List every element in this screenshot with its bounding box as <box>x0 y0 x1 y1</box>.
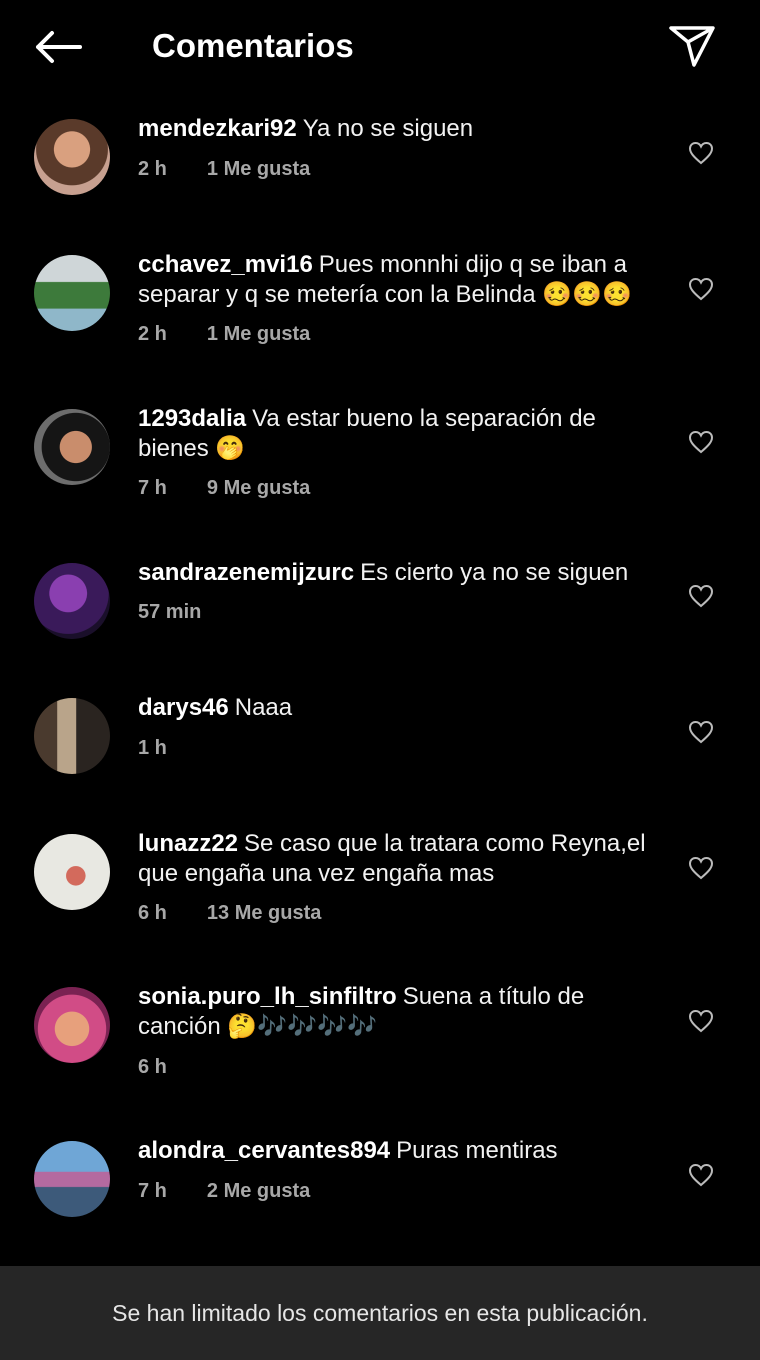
comment-username[interactable]: lunazz22 <box>138 830 238 857</box>
comment-time: 6 h <box>138 1056 167 1078</box>
comment-username[interactable]: sonia.puro_lh_sinfiltro <box>138 983 397 1010</box>
avatar[interactable] <box>34 409 110 485</box>
comment-text: sonia.puro_lh_sinfiltro Suena a título de… <box>138 982 658 1042</box>
comment-time: 7 h <box>138 1180 167 1202</box>
heart-icon[interactable] <box>686 428 716 456</box>
comment-body: Puras mentiras <box>396 1137 558 1164</box>
comment-text: cchavez_mvi16 Pues monnhi dijo q se iban … <box>138 250 658 310</box>
comment-time: 2 h <box>138 323 167 345</box>
comment-meta: 6 h 13 Me gusta <box>138 900 321 926</box>
comment-time: 7 h <box>138 477 167 499</box>
heart-icon[interactable] <box>686 1161 716 1189</box>
like-count[interactable]: 9 Me gusta <box>207 477 310 499</box>
comment-meta: 7 h 2 Me gusta <box>138 1178 310 1204</box>
heart-icon[interactable] <box>686 1007 716 1035</box>
comment-meta: 1 h <box>138 735 167 761</box>
comment-username[interactable]: darys46 <box>138 694 229 721</box>
comment-text: sandrazenemijzurc Es cierto ya no se sigu… <box>138 558 658 588</box>
comment-meta: 2 h 1 Me gusta <box>138 156 310 182</box>
like-count[interactable]: 2 Me gusta <box>207 1180 310 1202</box>
heart-icon[interactable] <box>686 275 716 303</box>
avatar[interactable] <box>34 255 110 331</box>
avatar[interactable] <box>34 563 110 639</box>
comment-username[interactable]: 1293dalia <box>138 405 246 432</box>
comment-emoji: 🤔🎶🎶🎶🎶 <box>227 1013 377 1040</box>
like-count[interactable]: 1 Me gusta <box>207 158 310 180</box>
comment-username[interactable]: cchavez_mvi16 <box>138 251 313 278</box>
comment-emoji: 🥴🥴🥴 <box>542 281 632 308</box>
heart-icon[interactable] <box>686 582 716 610</box>
comment-text: lunazz22 Se caso que la tratara como Reyn… <box>138 829 658 889</box>
comment-meta: 57 min <box>138 599 201 625</box>
comment-text: alondra_cervantes894 Puras mentiras <box>138 1136 658 1166</box>
comment-text: mendezkari92 Ya no se siguen <box>138 114 658 144</box>
avatar[interactable] <box>34 987 110 1063</box>
heart-icon[interactable] <box>686 718 716 746</box>
header: Comentarios <box>0 0 760 92</box>
avatar[interactable] <box>34 119 110 195</box>
page-title: Comentarios <box>152 27 354 64</box>
comment-meta: 6 h <box>138 1054 167 1080</box>
avatar[interactable] <box>34 834 110 910</box>
comment-time: 1 h <box>138 737 167 759</box>
comment-body: Es cierto ya no se siguen <box>360 559 629 586</box>
comment-body: Naaa <box>234 694 293 721</box>
like-count[interactable]: 1 Me gusta <box>207 323 310 345</box>
back-arrow-icon[interactable] <box>28 24 88 70</box>
comment-time: 57 min <box>138 601 202 623</box>
comment-time: 6 h <box>138 902 167 924</box>
comment-text: darys46 Naaa <box>138 693 658 723</box>
comment-username[interactable]: sandrazenemijzurc <box>138 559 354 586</box>
comment-text: 1293dalia Va estar bueno la separación de… <box>138 404 658 464</box>
comment-body: Ya no se siguen <box>302 115 474 142</box>
comment-meta: 2 h 1 Me gusta <box>138 321 310 347</box>
comment-username[interactable]: alondra_cervantes894 <box>138 1137 390 1164</box>
heart-icon[interactable] <box>686 139 716 167</box>
avatar[interactable] <box>34 698 110 774</box>
heart-icon[interactable] <box>686 854 716 882</box>
like-count[interactable]: 13 Me gusta <box>207 902 321 924</box>
send-icon[interactable] <box>662 20 722 72</box>
comment-username[interactable]: mendezkari92 <box>138 115 297 142</box>
avatar[interactable] <box>34 1141 110 1217</box>
comment-meta: 7 h 9 Me gusta <box>138 475 310 501</box>
comment-time: 2 h <box>138 158 167 180</box>
comment-emoji: 🤭 <box>215 435 246 462</box>
comments-limited-banner: Se han limitado los comentarios en esta … <box>0 1266 760 1360</box>
